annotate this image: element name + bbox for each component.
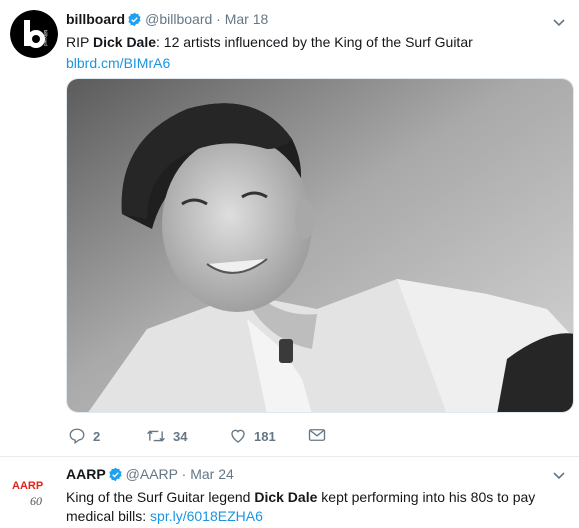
avatar-billboard[interactable]: billboard xyxy=(10,10,58,58)
tweet-billboard[interactable]: billboard billboard @billboard · Mar 18 R… xyxy=(0,0,579,457)
tweet-date[interactable]: Mar 18 xyxy=(225,11,269,27)
retweet-button[interactable]: 34 xyxy=(146,427,187,445)
tweet-link[interactable]: blbrd.cm/BIMrA6 xyxy=(66,55,170,71)
billboard-logo: billboard xyxy=(10,10,58,58)
svg-text:billboard: billboard xyxy=(43,30,48,47)
tweet-image[interactable] xyxy=(66,78,574,413)
chevron-down-icon[interactable] xyxy=(553,14,565,32)
tweet-text: RIP Dick Dale: 12 artists influenced by … xyxy=(66,34,473,50)
like-count: 181 xyxy=(254,428,276,444)
reply-button[interactable]: 2 xyxy=(68,427,100,445)
tweet-header: billboard @billboard · Mar 18 xyxy=(66,10,567,31)
display-name[interactable]: billboard xyxy=(66,11,125,27)
aarp-logo: AARP 60 xyxy=(8,463,60,515)
reply-icon xyxy=(69,428,85,445)
handle[interactable]: @billboard xyxy=(145,11,212,27)
svg-text:AARP: AARP xyxy=(12,480,43,492)
dm-button[interactable] xyxy=(308,427,326,443)
retweet-count: 34 xyxy=(173,428,188,444)
tweet-link[interactable]: spr.ly/6018EZHA6 xyxy=(150,508,263,524)
avatar-aarp[interactable]: AARP 60 xyxy=(8,463,60,515)
display-name[interactable]: AARP xyxy=(66,466,106,482)
tweet-aarp[interactable]: AARP 60 AARP @AARP · Mar 24 King of the S… xyxy=(0,457,579,528)
handle[interactable]: @AARP xyxy=(126,466,178,482)
retweet-icon xyxy=(147,430,165,442)
heart-icon xyxy=(231,429,245,443)
svg-text:60: 60 xyxy=(30,494,42,508)
separator: · xyxy=(216,11,221,27)
chevron-down-icon[interactable] xyxy=(553,467,565,485)
tweet-header: AARP @AARP · Mar 24 xyxy=(66,465,567,486)
verified-badge-icon xyxy=(127,12,142,31)
portrait-photo xyxy=(67,79,573,412)
tweet-date[interactable]: Mar 24 xyxy=(190,466,234,482)
separator: · xyxy=(181,466,187,482)
envelope-icon xyxy=(308,429,326,441)
verified-badge-icon xyxy=(108,467,123,486)
tweet-text: King of the Surf Guitar legend Dick Dale… xyxy=(66,489,536,524)
like-button[interactable]: 181 xyxy=(229,427,276,445)
reply-count: 2 xyxy=(93,428,101,444)
